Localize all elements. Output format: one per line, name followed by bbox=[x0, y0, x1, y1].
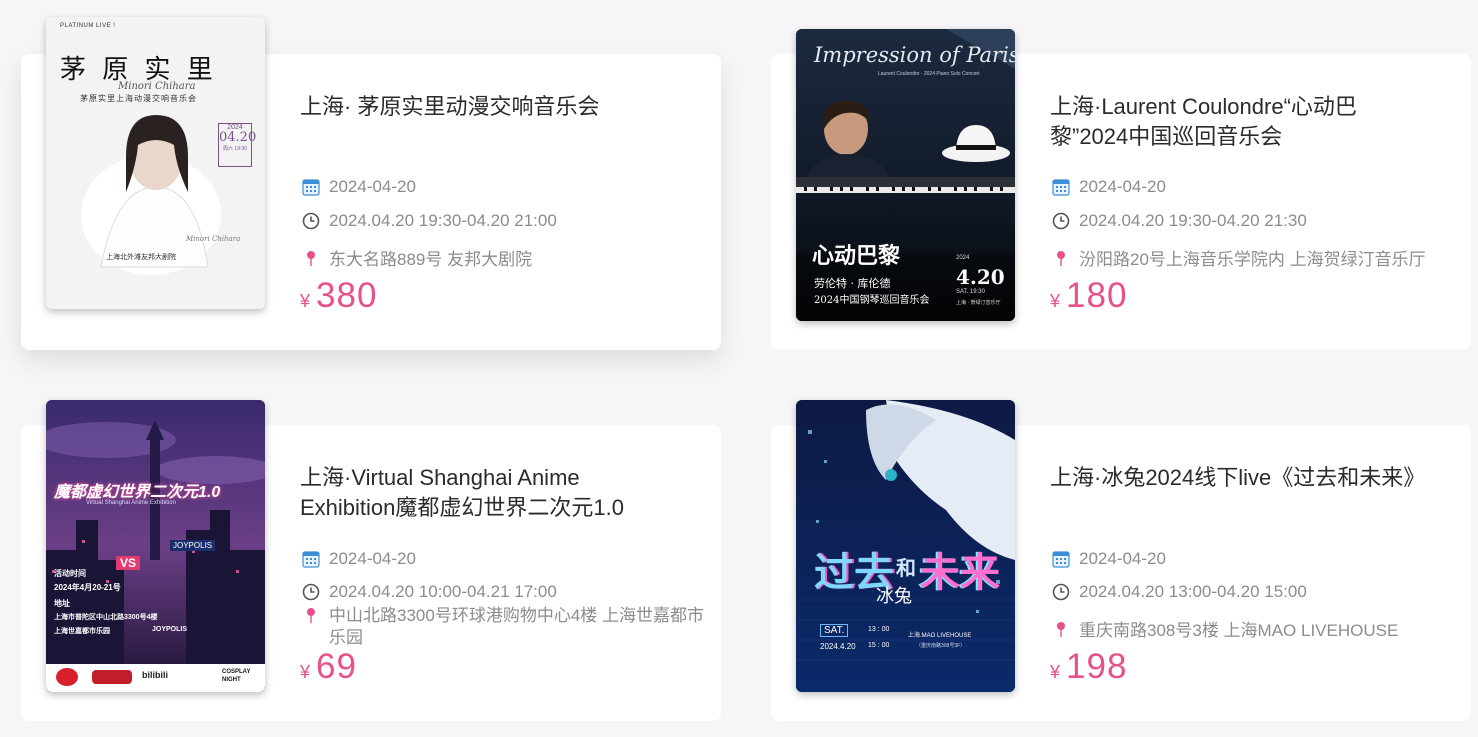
poster-weekday: SAT. 19:30 bbox=[956, 289, 985, 295]
event-date-text: 2024-04-20 bbox=[329, 177, 416, 196]
event-date-text: 2024-04-20 bbox=[1079, 177, 1166, 196]
event-poster-1[interactable]: PLATINUM LIVE ! 茅 原 实 里 Minori Chihara 茅… bbox=[46, 17, 265, 309]
price-value: 198 bbox=[1066, 647, 1128, 686]
poster-line-2: 2024年4月20-21号 bbox=[54, 583, 121, 592]
event-title[interactable]: 上海·冰兔2024线下live《过去和未来》 bbox=[1050, 463, 1430, 493]
calendar-icon bbox=[302, 179, 320, 196]
pin-icon bbox=[307, 250, 315, 266]
poster-tour: 2024中国钢琴巡回音乐会 bbox=[814, 295, 930, 306]
poster-artist: 劳伦特 · 库伦德 bbox=[814, 277, 891, 290]
calendar-icon bbox=[1052, 179, 1070, 196]
poster-top-label: PLATINUM LIVE ! bbox=[60, 23, 116, 29]
event-price: ¥ 380 bbox=[300, 276, 377, 316]
poster-brand-2: JOYPOLIS bbox=[152, 626, 188, 633]
currency-symbol: ¥ bbox=[300, 662, 311, 682]
sponsor-logo-icon bbox=[92, 670, 132, 684]
event-time: 2024.04.20 10:00-04.21 17:00 bbox=[302, 582, 557, 602]
pin-icon bbox=[1057, 621, 1065, 637]
clock-icon bbox=[1052, 212, 1070, 230]
event-location-text: 东大名路889号 友邦大剧院 bbox=[329, 250, 533, 269]
pin-icon bbox=[1057, 250, 1065, 266]
poster-brand: JOYPOLIS bbox=[170, 540, 216, 551]
poster-venue: 上海北外滩友邦大剧院 bbox=[106, 254, 176, 261]
event-date: 2024-04-20 bbox=[302, 177, 416, 197]
price-value: 380 bbox=[316, 276, 378, 315]
event-location: 重庆南路308号3楼 上海MAO LIVEHOUSE bbox=[1052, 616, 1398, 641]
currency-symbol: ¥ bbox=[1050, 662, 1061, 682]
event-location: 汾阳路20号上海音乐学院内 上海贺绿汀音乐厅 bbox=[1052, 245, 1426, 270]
event-time: 2024.04.20 13:00-04.20 15:00 bbox=[1052, 582, 1307, 602]
poster-artist: 冰兔 bbox=[876, 586, 912, 607]
price-value: 69 bbox=[316, 647, 357, 686]
clock-icon bbox=[302, 583, 320, 601]
event-date-text: 2024-04-20 bbox=[329, 549, 416, 568]
poster-line-5: 上海世嘉都市乐园 bbox=[54, 628, 110, 635]
event-time-text: 2024.04.20 13:00-04.20 15:00 bbox=[1079, 582, 1307, 601]
poster-headline: 魔都虚幻世界二次元1.0 bbox=[54, 484, 221, 501]
event-price: ¥ 198 bbox=[1050, 647, 1127, 687]
sponsor-logo-bilibili: bilibili bbox=[142, 670, 168, 680]
poster-sub: Virtual Shanghai Anime Exhibition bbox=[86, 500, 176, 506]
event-location-text: 汾阳路20号上海音乐学院内 上海贺绿汀音乐厅 bbox=[1079, 250, 1426, 269]
event-time-text: 2024.04.20 19:30-04.20 21:30 bbox=[1079, 211, 1307, 230]
event-title[interactable]: 上海· 茅原实里动漫交响音乐会 bbox=[300, 92, 680, 122]
poster-script: Impression of Paris bbox=[814, 43, 1015, 67]
poster-year: 2024 bbox=[956, 255, 970, 261]
event-time: 2024.04.20 19:30-04.20 21:30 bbox=[1052, 211, 1307, 231]
poster-art-city bbox=[46, 400, 265, 692]
event-time-text: 2024.04.20 19:30-04.20 21:00 bbox=[329, 211, 557, 230]
poster-time-2: 15 : 00 bbox=[868, 642, 890, 649]
poster-line-4: 上海市普陀区中山北路3300号4楼 bbox=[54, 614, 158, 621]
poster-subtitle: 茅原实里上海动漫交响音乐会 bbox=[80, 94, 197, 103]
poster-venue: 上海.MAO LIVEHOUSE bbox=[908, 633, 972, 639]
event-time-text: 2024.04.20 10:00-04.21 17:00 bbox=[329, 582, 557, 601]
poster-vs: VS bbox=[116, 556, 141, 570]
poster-venue: 上海 · 贺绿汀音乐厅 bbox=[956, 300, 1001, 306]
event-location: 东大名路889号 友邦大剧院 bbox=[302, 245, 532, 270]
poster-headline-3: 未来 bbox=[920, 549, 1000, 596]
event-location-text: 中山北路3300号环球港购物中心4楼 上海世嘉都市乐园 bbox=[329, 606, 704, 647]
poster-time-1: 13 : 00 bbox=[868, 626, 890, 633]
poster-venue-2: （重庆南路308号3F） bbox=[916, 643, 966, 649]
calendar-icon bbox=[1052, 551, 1070, 568]
poster-headline-2: 和 bbox=[896, 556, 916, 580]
sponsor-logo-icon bbox=[56, 668, 78, 686]
event-price: ¥ 180 bbox=[1050, 276, 1127, 316]
event-location-text: 重庆南路308号3楼 上海MAO LIVEHOUSE bbox=[1079, 621, 1399, 640]
event-poster-3[interactable]: 魔都虚幻世界二次元1.0 Virtual Shanghai Anime Exhi… bbox=[46, 400, 265, 692]
event-poster-4[interactable]: 过去 和 未来 冰兔 SAT. 2024.4.20 13 : 00 15 : 0… bbox=[796, 400, 1015, 692]
event-title[interactable]: 上海·Laurent Coulondre“心动巴黎”2024中国巡回音乐会 bbox=[1050, 92, 1430, 152]
poster-line-3: 地址 bbox=[54, 599, 70, 608]
poster-date: 4.20 bbox=[956, 265, 1005, 289]
event-location: 中山北路3300号环球港购物中心4楼 上海世嘉都市乐园 bbox=[302, 605, 712, 649]
clock-icon bbox=[1052, 583, 1070, 601]
event-poster-2[interactable]: Impression of Paris Laurent Coulondre · … bbox=[796, 29, 1015, 321]
currency-symbol: ¥ bbox=[1050, 291, 1061, 311]
event-time: 2024.04.20 19:30-04.20 21:00 bbox=[302, 211, 557, 231]
calendar-icon bbox=[302, 551, 320, 568]
currency-symbol: ¥ bbox=[300, 291, 311, 311]
clock-icon bbox=[302, 212, 320, 230]
event-title[interactable]: 上海·Virtual Shanghai Anime Exhibition魔都虚幻… bbox=[300, 463, 680, 523]
event-price: ¥ 69 bbox=[300, 647, 357, 687]
poster-sub: Laurent Coulondre · 2024 Piano Solo Conc… bbox=[878, 71, 980, 77]
event-date: 2024-04-20 bbox=[1052, 177, 1166, 197]
poster-signature: Minori Chihara bbox=[186, 235, 241, 243]
poster-date: 2024.4.20 bbox=[820, 642, 856, 651]
poster-script: Minori Chihara bbox=[118, 81, 196, 92]
event-date: 2024-04-20 bbox=[302, 549, 416, 569]
poster-name: 心动巴黎 bbox=[812, 243, 901, 268]
pin-icon bbox=[307, 608, 315, 623]
event-date-text: 2024-04-20 bbox=[1079, 549, 1166, 568]
poster-line-1: 活动时间 bbox=[54, 569, 86, 578]
event-date: 2024-04-20 bbox=[1052, 549, 1166, 569]
sponsor-logo-cosplay: COSPLAY NIGHT bbox=[222, 669, 251, 683]
poster-date-box: 2024 04.20 周六 19:30 bbox=[218, 123, 256, 167]
price-value: 180 bbox=[1066, 276, 1128, 315]
poster-day: SAT. bbox=[820, 624, 849, 637]
